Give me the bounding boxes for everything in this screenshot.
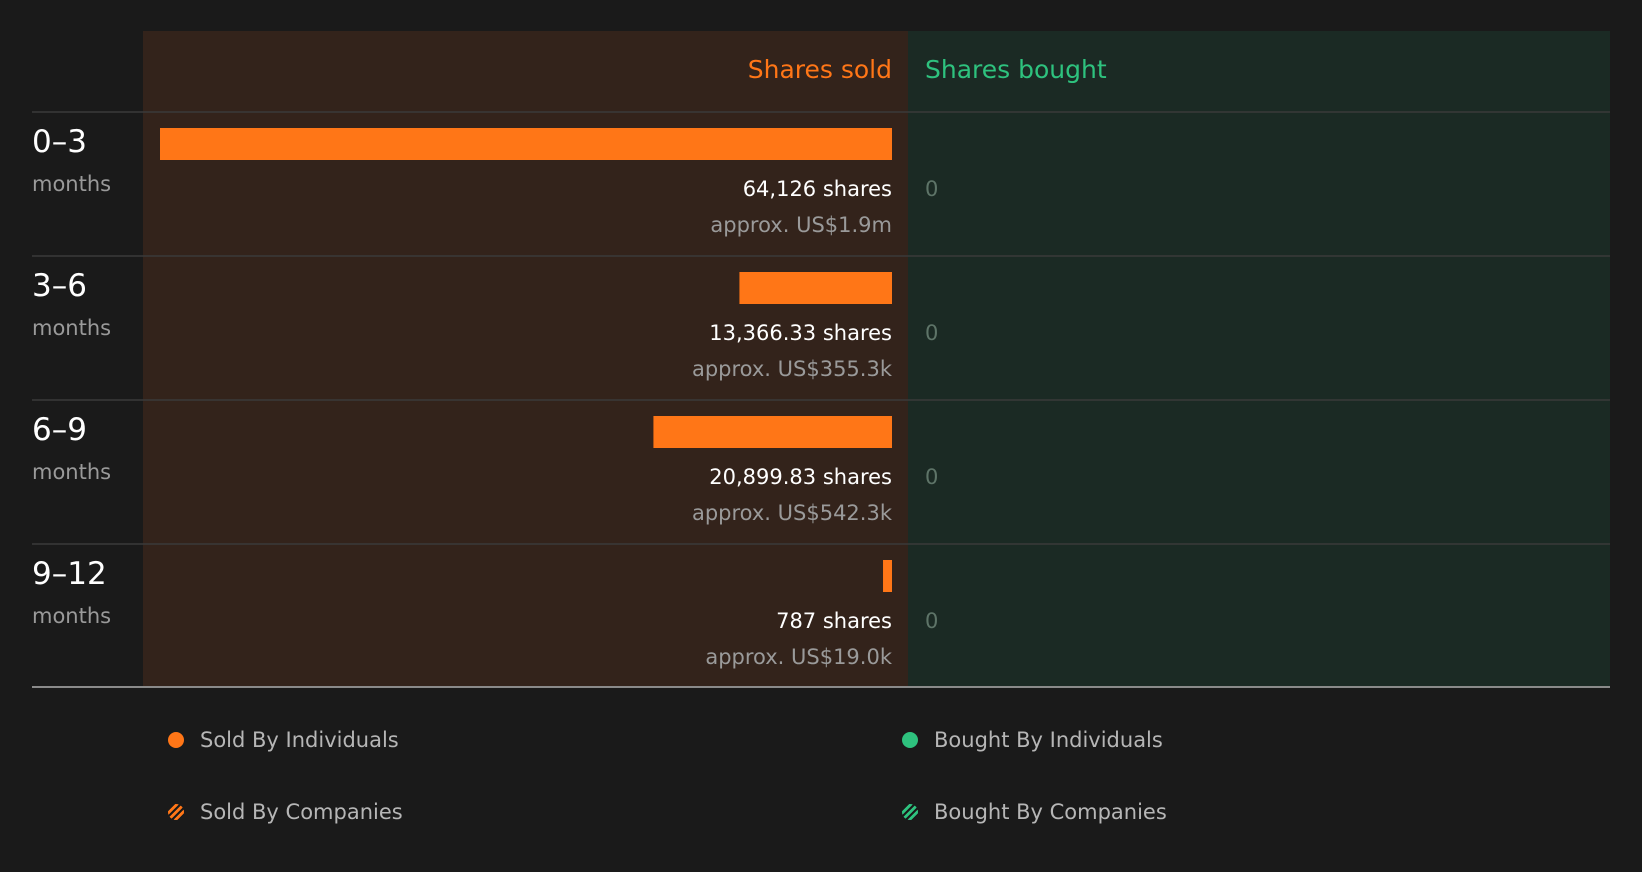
legend-label: Bought By Individuals: [934, 728, 1163, 752]
bought-value-label: 0: [925, 177, 938, 201]
category-unit-label: months: [32, 316, 111, 340]
sold-approx-label: approx. US$542.3k: [692, 501, 893, 525]
sold-value-label: 13,366.33 shares: [709, 321, 892, 345]
sold-approx-label: approx. US$355.3k: [692, 357, 893, 381]
sold-approx-label: approx. US$19.0k: [705, 645, 893, 669]
sold-header: Shares sold: [748, 55, 892, 84]
sold-value-label: 787 shares: [776, 609, 892, 633]
sold-value-label: 20,899.83 shares: [709, 465, 892, 489]
sold-bar: [160, 128, 892, 160]
category-range-label: 0–3: [32, 124, 87, 160]
legend-sold-companies: Sold By Companies: [168, 800, 403, 824]
insider-trading-chart: Shares sold Shares bought 0–3 months 64,12…: [32, 31, 1610, 688]
sold-approx-label: approx. US$1.9m: [710, 213, 892, 237]
category-unit-label: months: [32, 604, 111, 628]
sold-bar: [653, 416, 892, 448]
category-unit-label: months: [32, 460, 111, 484]
sold-value-label: 64,126 shares: [743, 177, 892, 201]
bought-panel: [908, 31, 1610, 686]
legend-label: Sold By Companies: [200, 800, 403, 824]
legend-bought-individuals: Bought By Individuals: [902, 728, 1163, 752]
legend-hatched-dot-icon: [168, 804, 184, 820]
bought-value-label: 0: [925, 465, 938, 489]
sold-bar: [883, 560, 892, 592]
category-range-label: 3–6: [32, 268, 87, 304]
legend-dot-icon: [168, 732, 184, 748]
legend-dot-icon: [902, 732, 918, 748]
bought-value-label: 0: [925, 609, 938, 633]
legend-label: Bought By Companies: [934, 800, 1167, 824]
bought-header: Shares bought: [925, 55, 1107, 84]
category-range-label: 9–12: [32, 556, 107, 592]
sold-bar: [739, 272, 892, 304]
category-range-label: 6–9: [32, 412, 87, 448]
category-unit-label: months: [32, 172, 111, 196]
legend-hatched-dot-icon: [902, 804, 918, 820]
bought-value-label: 0: [925, 321, 938, 345]
legend-sold-individuals: Sold By Individuals: [168, 728, 399, 752]
legend-label: Sold By Individuals: [200, 728, 399, 752]
legend-bought-companies: Bought By Companies: [902, 800, 1167, 824]
